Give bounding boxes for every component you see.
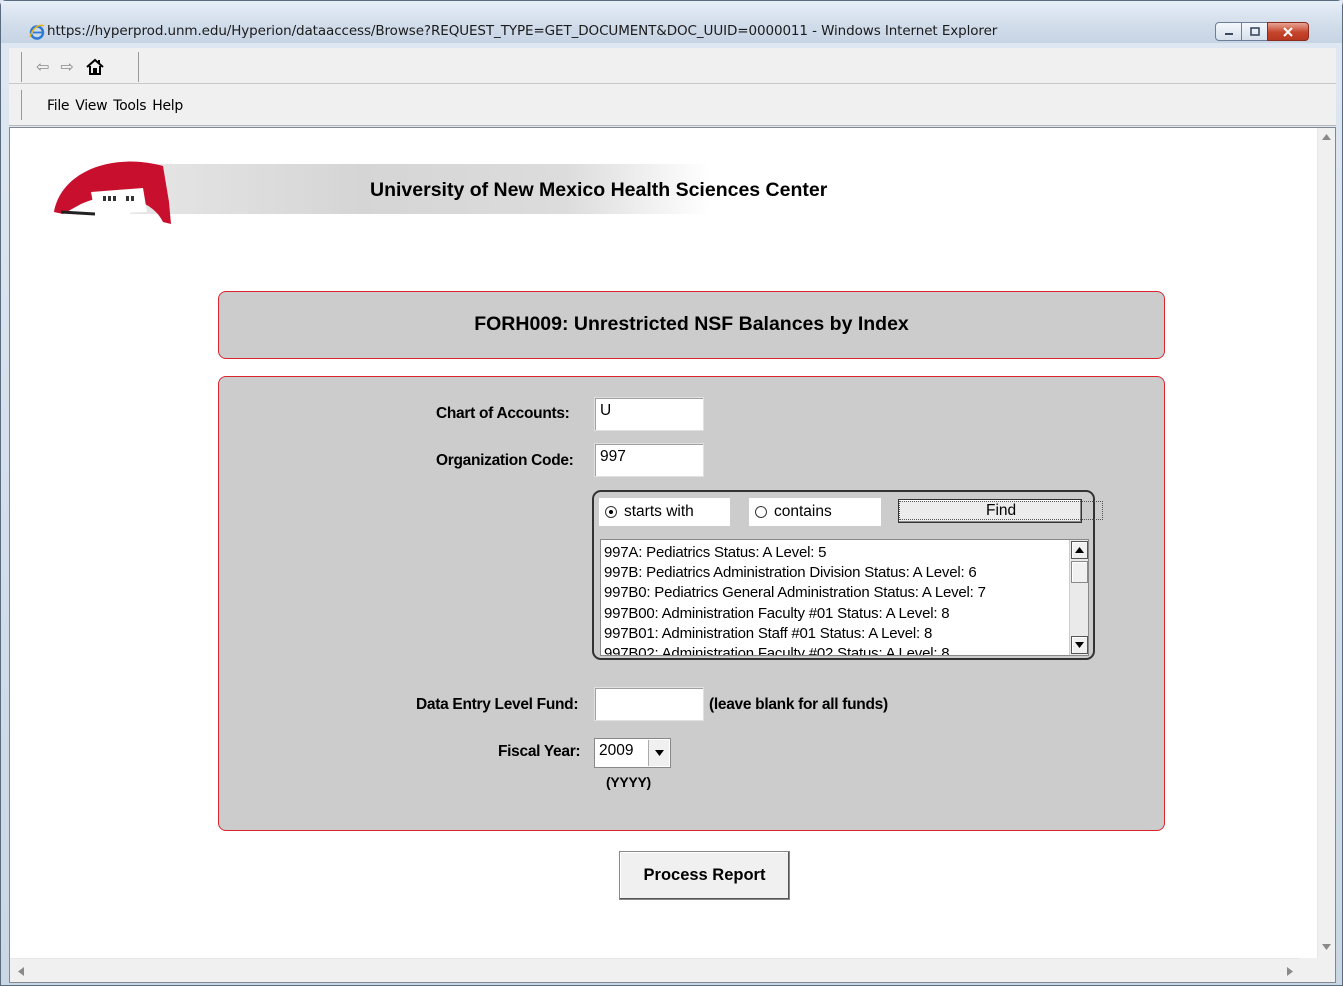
scroll-up-button[interactable] — [1071, 541, 1088, 559]
list-item[interactable]: 997B: Pediatrics Administration Division… — [604, 563, 986, 583]
minimize-icon — [1224, 32, 1233, 35]
page-horizontal-scrollbar[interactable] — [10, 958, 1301, 982]
scroll-corner — [1299, 958, 1335, 982]
chart-of-accounts-label: Chart of Accounts: — [436, 405, 570, 422]
menu-file[interactable]: File — [47, 98, 70, 114]
list-item[interactable]: 997B0: Pediatrics General Administration… — [604, 583, 986, 603]
close-icon — [1283, 26, 1293, 37]
page-content: University of New Mexico Health Sciences… — [10, 128, 1301, 958]
report-title: FORH009: Unrestricted NSF Balances by In… — [474, 313, 909, 335]
organization-code-label: Organization Code: — [436, 452, 574, 469]
menu-items: File View Tools Help — [47, 98, 183, 114]
menu-view[interactable]: View — [75, 98, 107, 114]
parameters-panel: Chart of Accounts: U Organization Code: … — [218, 376, 1165, 831]
organization-finder: starts with contains Find 997A: Pediatri… — [592, 490, 1104, 660]
scroll-down-icon[interactable] — [1322, 944, 1331, 950]
fund-hint: (leave blank for all funds) — [709, 696, 888, 713]
contains-option[interactable]: contains — [749, 498, 881, 526]
scroll-up-icon[interactable] — [1322, 134, 1331, 140]
window-title: https://hyperprod.unm.edu/Hyperion/dataa… — [47, 23, 998, 39]
results-items: 997A: Pediatrics Status: A Level: 5 997B… — [604, 543, 986, 655]
triangle-up-icon — [1075, 547, 1084, 553]
browser-window: https://hyperprod.unm.edu/Hyperion/dataa… — [0, 0, 1343, 986]
data-entry-fund-label: Data Entry Level Fund: — [416, 696, 579, 713]
organization-results-list[interactable]: 997A: Pediatrics Status: A Level: 5 997B… — [600, 539, 1089, 656]
organization-code-input[interactable]: 997 — [594, 443, 704, 477]
process-report-button[interactable]: Process Report — [619, 851, 790, 900]
find-button[interactable]: Find — [898, 499, 1104, 523]
navigation-toolbar: ⇦ ⇨ — [9, 48, 1336, 84]
menu-help[interactable]: Help — [152, 98, 183, 114]
starts-with-label: starts with — [624, 503, 694, 520]
maximize-icon — [1249, 27, 1260, 36]
page-viewport: University of New Mexico Health Sciences… — [9, 127, 1336, 983]
list-item[interactable]: 997B02: Administration Faculty #02 Statu… — [604, 644, 986, 655]
contains-radio[interactable] — [755, 506, 767, 518]
scroll-down-button[interactable] — [1071, 636, 1088, 654]
scroll-thumb[interactable] — [1071, 561, 1088, 583]
nav-button-group: ⇦ ⇨ — [21, 52, 139, 82]
header-title: University of New Mexico Health Sciences… — [370, 179, 828, 201]
scroll-left-icon[interactable] — [18, 967, 24, 976]
unm-logo — [54, 161, 171, 224]
internet-explorer-icon — [29, 24, 45, 40]
find-button-label: Find — [899, 501, 1104, 520]
menu-tools[interactable]: Tools — [113, 98, 146, 114]
forward-button[interactable]: ⇨ — [60, 59, 73, 75]
maximize-button[interactable] — [1241, 22, 1268, 41]
list-item[interactable]: 997A: Pediatrics Status: A Level: 5 — [604, 543, 986, 563]
fiscal-year-value: 2009 — [599, 742, 634, 759]
title-bar: https://hyperprod.unm.edu/Hyperion/dataa… — [1, 1, 1342, 43]
data-entry-fund-input[interactable] — [594, 687, 704, 721]
scroll-right-icon[interactable] — [1287, 967, 1293, 976]
minimize-button[interactable] — [1215, 22, 1242, 41]
menu-separator — [21, 90, 22, 120]
back-button[interactable]: ⇦ — [36, 59, 49, 75]
starts-with-option[interactable]: starts with — [599, 498, 730, 526]
triangle-down-icon — [1075, 642, 1084, 648]
close-button[interactable] — [1267, 22, 1309, 41]
chevron-down-icon — [654, 750, 664, 756]
home-icon[interactable] — [85, 58, 105, 76]
dropdown-button[interactable] — [648, 740, 669, 766]
report-title-panel: FORH009: Unrestricted NSF Balances by In… — [218, 291, 1165, 359]
contains-label: contains — [774, 503, 832, 520]
page-vertical-scrollbar[interactable] — [1317, 128, 1335, 958]
fiscal-year-label: Fiscal Year: — [498, 743, 581, 760]
fiscal-year-hint: (YYYY) — [606, 774, 651, 790]
chart-of-accounts-input[interactable]: U — [594, 397, 704, 431]
menu-bar: File View Tools Help — [9, 84, 1336, 126]
list-item[interactable]: 997B01: Administration Staff #01 Status:… — [604, 624, 986, 644]
list-item[interactable]: 997B00: Administration Faculty #01 Statu… — [604, 604, 986, 624]
starts-with-radio[interactable] — [605, 506, 617, 518]
fiscal-year-select[interactable]: 2009 — [594, 738, 671, 768]
window-controls — [1215, 22, 1309, 41]
results-scrollbar[interactable] — [1069, 540, 1088, 655]
